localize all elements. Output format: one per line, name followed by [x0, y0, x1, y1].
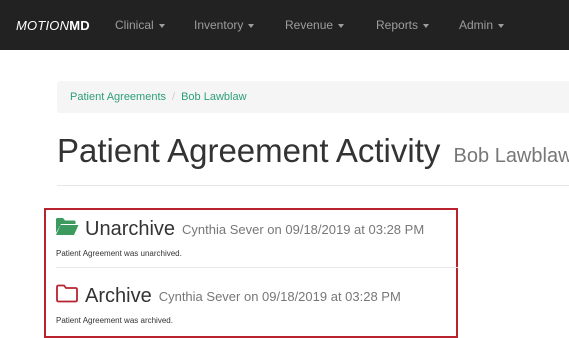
top-navbar: MOTION MD Clinical Inventory Revenue Repo…	[0, 0, 569, 50]
nav-inventory-label: Inventory	[194, 18, 244, 32]
activity-description: Patient Agreement was archived.	[56, 316, 173, 325]
breadcrumb: Patient Agreements / Bob Lawblaw	[57, 81, 569, 113]
page-title-text: Patient Agreement Activity	[57, 132, 441, 169]
folder-open-icon	[55, 217, 79, 241]
page-subtitle: Bob Lawblaw	[453, 145, 569, 167]
activity-meta: Cynthia Sever on 09/18/2019 at 03:28 PM	[182, 221, 425, 237]
activity-description: Patient Agreement was unarchived.	[56, 249, 182, 258]
chevron-down-icon	[158, 23, 165, 28]
nav-revenue[interactable]: Revenue	[285, 0, 345, 50]
nav-admin-label: Admin	[459, 18, 494, 32]
nav-admin[interactable]: Admin	[459, 0, 505, 50]
nav-clinical-label: Clinical	[115, 18, 154, 32]
breadcrumb-link-patient-agreements[interactable]: Patient Agreements	[70, 91, 166, 103]
breadcrumb-separator: /	[172, 91, 176, 103]
chevron-down-icon	[498, 23, 505, 28]
nav-reports-label: Reports	[376, 18, 419, 32]
divider	[57, 185, 569, 186]
nav-clinical[interactable]: Clinical	[115, 0, 165, 50]
activity-divider	[56, 267, 458, 268]
activity-entry-heading: Archive Cynthia Sever on 09/18/2019 at 0…	[55, 284, 401, 308]
nav-reports[interactable]: Reports	[376, 0, 430, 50]
activity-action: Unarchive	[85, 217, 176, 240]
breadcrumb-link-patient[interactable]: Bob Lawblaw	[181, 91, 246, 103]
chevron-down-icon	[423, 23, 430, 28]
nav-inventory[interactable]: Inventory	[194, 0, 255, 50]
brand-logo[interactable]: MOTION MD	[16, 0, 90, 50]
chevron-down-icon	[248, 23, 255, 28]
brand-text-motion: MOTION	[16, 17, 70, 33]
activity-entry-heading: Unarchive Cynthia Sever on 09/18/2019 at…	[55, 217, 424, 241]
page-title: Patient Agreement Activity Bob Lawblaw	[57, 131, 569, 176]
brand-text-md: MD	[69, 17, 90, 33]
folder-outline-icon	[55, 284, 79, 308]
chevron-down-icon	[338, 23, 345, 28]
activity-meta: Cynthia Sever on 09/18/2019 at 03:28 PM	[158, 288, 401, 304]
activity-action: Archive	[85, 284, 152, 307]
nav-revenue-label: Revenue	[285, 18, 334, 32]
